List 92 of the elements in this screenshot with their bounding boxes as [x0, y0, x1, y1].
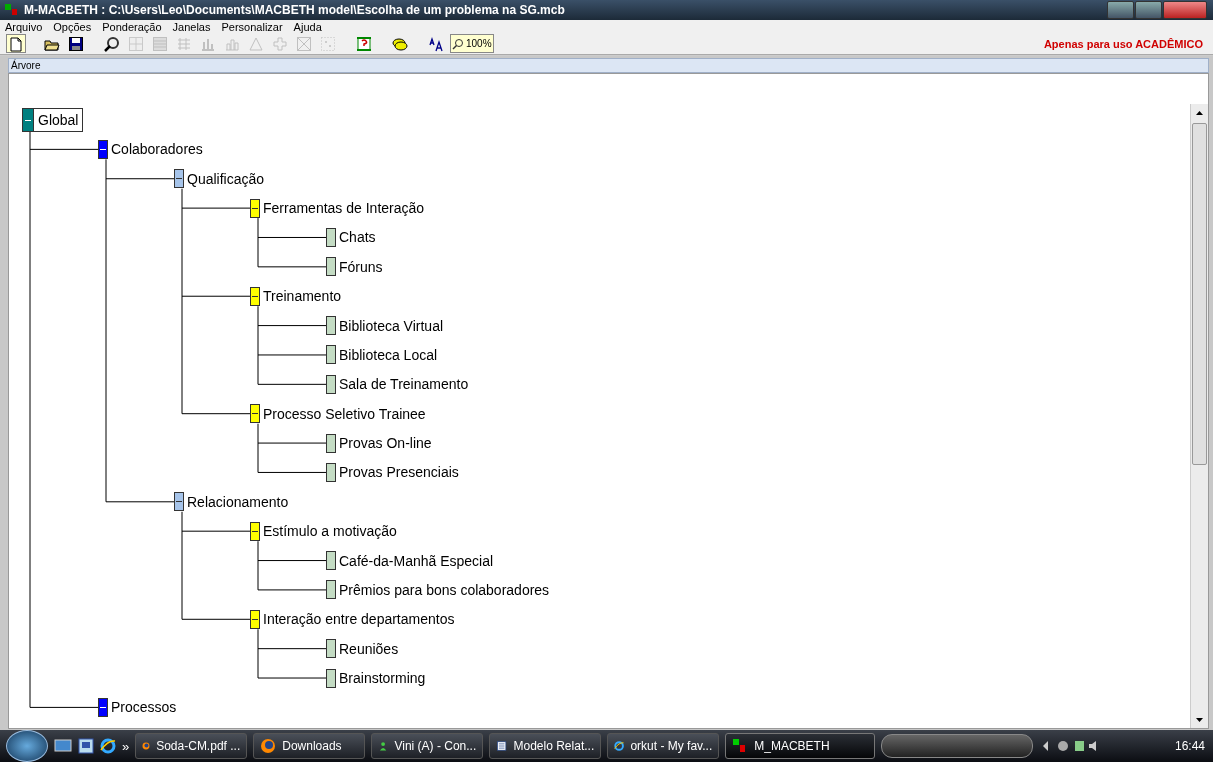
menu-item[interactable]: Janelas	[171, 20, 212, 33]
collapse-toggle[interactable]	[174, 169, 184, 189]
taskbar-button[interactable]: Soda-CM.pdf ...	[135, 733, 248, 759]
taskbar-button[interactable]: M_MACBETH	[725, 733, 876, 759]
tree-node[interactable]: Brainstorming	[336, 670, 426, 686]
media-player-toolbar[interactable]	[881, 734, 1034, 758]
license-note: Apenas para uso ACADÊMICO	[1043, 37, 1203, 50]
magnifier-icon	[104, 35, 120, 52]
document-icon	[496, 738, 508, 754]
node-marker[interactable]	[326, 580, 336, 600]
cross-icon	[272, 35, 288, 52]
minimize-button[interactable]	[1107, 1, 1134, 19]
save-icon	[68, 35, 84, 52]
tree-node[interactable]: Colaboradores	[108, 141, 203, 158]
tree-node[interactable]: Relacionamento	[184, 493, 289, 510]
tree-node[interactable]: Estímulo a motivação	[260, 523, 397, 540]
node-marker[interactable]	[326, 668, 336, 688]
menu-item[interactable]: Personalizar	[220, 20, 284, 33]
tree-node[interactable]: Qualificação	[184, 170, 265, 187]
zoom-icon	[452, 37, 464, 50]
tree-node[interactable]: Provas Presenciais	[336, 464, 459, 481]
collapse-toggle[interactable]	[250, 286, 260, 306]
start-button[interactable]	[6, 730, 48, 762]
node-marker[interactable]	[326, 551, 336, 571]
node-marker[interactable]	[326, 433, 336, 453]
tree-node[interactable]: Provas On-line	[336, 435, 432, 452]
node-marker[interactable]	[326, 316, 336, 336]
question-sheet-icon	[356, 35, 372, 52]
tree-node[interactable]: Café-da-Manhã Especial	[336, 552, 494, 569]
node-marker[interactable]	[326, 345, 336, 365]
tree-node[interactable]: Fóruns	[336, 258, 383, 275]
browser-icon	[614, 738, 625, 754]
menu-item[interactable]: Opções	[52, 20, 93, 33]
collapse-toggle[interactable]	[22, 108, 34, 132]
zoom-button[interactable]: 100%	[450, 34, 494, 53]
collapse-toggle[interactable]	[174, 492, 184, 512]
collapse-toggle[interactable]	[250, 404, 260, 424]
crossed-box-icon	[296, 35, 312, 52]
browser-icon	[100, 738, 116, 754]
triangle-icon	[248, 35, 264, 52]
node-marker[interactable]	[326, 374, 336, 394]
ab-grid-icon	[128, 35, 144, 52]
menu-item[interactable]: Arquivo	[4, 20, 44, 33]
node-marker[interactable]	[326, 257, 336, 277]
tree-node[interactable]: Biblioteca Local	[336, 346, 438, 363]
maximize-button[interactable]	[1135, 1, 1162, 19]
toolbar-button[interactable]	[102, 34, 122, 53]
desktop-icon	[54, 738, 72, 754]
menu-item[interactable]: Ponderação	[101, 20, 163, 33]
menu-item[interactable]: Ajuda	[292, 20, 323, 33]
tree-node[interactable]: Processos	[108, 699, 177, 716]
tree-node[interactable]: Ferramentas de Interação	[260, 200, 425, 217]
node-marker[interactable]	[326, 639, 336, 659]
columns-icon	[176, 35, 192, 52]
tree-node[interactable]: Biblioteca Virtual	[336, 317, 444, 334]
close-button[interactable]	[1163, 1, 1207, 19]
node-marker[interactable]	[326, 227, 336, 247]
window-title: M-MACBETH : C:\Users\Leo\Documents\MACBETH model\Escolha de um problema na SG.mcb	[24, 3, 565, 17]
up-arrow-icon	[1196, 110, 1203, 115]
collapse-toggle[interactable]	[98, 139, 108, 159]
panel-title: Árvore	[11, 60, 41, 71]
down-arrow-icon	[1196, 717, 1203, 722]
clock: 16:44	[1174, 739, 1205, 753]
window-switch-icon	[78, 738, 94, 754]
app-icon	[4, 3, 18, 17]
new-file-icon	[8, 35, 24, 52]
tree-node[interactable]: Treinamento	[260, 288, 342, 305]
toolbar-button[interactable]	[66, 34, 86, 53]
scrollbar-thumb[interactable]	[1192, 123, 1207, 465]
tree-node[interactable]: Prêmios para bons colaboradores	[336, 581, 550, 598]
tree-node[interactable]: Global	[33, 108, 84, 132]
tree-node[interactable]: Reuniões	[336, 640, 399, 657]
collapse-toggle[interactable]	[250, 609, 260, 629]
tree-node[interactable]: Interação entre departamentos	[260, 611, 455, 628]
more-button[interactable]: »	[122, 738, 130, 754]
taskbar-button[interactable]: orkut - My fav...	[607, 733, 720, 759]
taskbar-button[interactable]: Modelo Relat...	[489, 733, 602, 759]
node-marker[interactable]	[326, 462, 336, 482]
globe-icon	[260, 738, 277, 754]
toolbar-button[interactable]	[6, 34, 26, 53]
taskbar-button[interactable]: Vini (A) - Con...	[371, 733, 484, 759]
dotted-box-icon	[320, 35, 336, 52]
coins-icon	[392, 35, 408, 52]
tree-node[interactable]: Sala de Treinamento	[336, 376, 469, 393]
tree-node[interactable]: Processo Seletivo Trainee	[260, 405, 426, 422]
collapse-toggle[interactable]	[250, 198, 260, 218]
font-size-icon	[428, 35, 444, 52]
tree-node[interactable]: Chats	[336, 229, 376, 246]
table-icon	[152, 35, 168, 52]
collapse-toggle[interactable]	[250, 521, 260, 541]
taskbar-button[interactable]: Downloads	[253, 733, 366, 759]
collapse-toggle[interactable]	[98, 697, 108, 717]
